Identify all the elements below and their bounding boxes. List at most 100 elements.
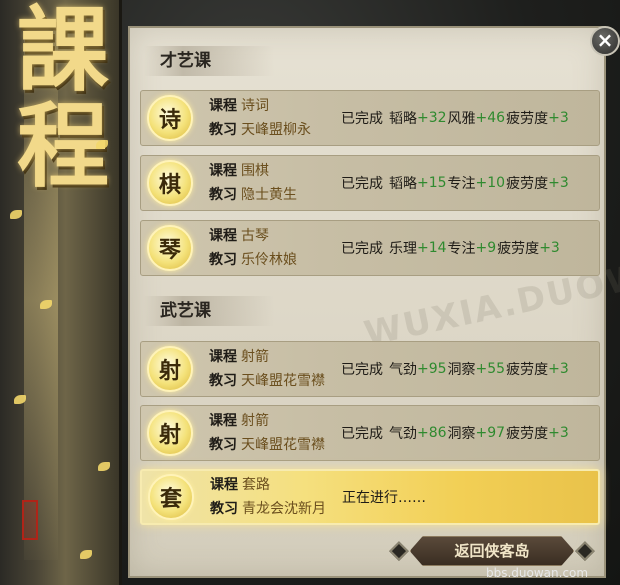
stat-gain: +15 xyxy=(417,175,447,191)
course-label: 课程 xyxy=(209,413,237,429)
course-label: 课程 xyxy=(209,349,237,365)
diamond-ornament-icon xyxy=(389,541,409,561)
petal-icon xyxy=(40,300,52,309)
section-title-martial: 武艺课 xyxy=(144,296,274,326)
course-row-active[interactable]: 套 课程 套路 教习 青龙会沈新月 正在进行…… xyxy=(140,469,600,525)
status-text: 已完成 xyxy=(341,426,383,442)
stat-name: 疲劳度 xyxy=(506,176,549,192)
stat-name: 韬略 xyxy=(389,176,417,192)
course-row[interactable]: 琴 课程 古琴 教习 乐伶林娘 已完成 乐理 +14 专注 +9 疲劳度 +3 xyxy=(140,220,600,276)
close-button[interactable]: × xyxy=(590,26,620,56)
status-text: 已完成 xyxy=(341,241,383,257)
course-row[interactable]: 棋 课程 围棋 教习 隐士黄生 已完成 韬略 +15 专注 +10 疲劳度 +3 xyxy=(140,155,600,211)
teacher-name: 天峰盟柳永 xyxy=(241,122,311,138)
course-medal-icon: 琴 xyxy=(147,225,193,271)
course-status: 已完成 韬略 +32 风雅 +46 疲劳度 +3 xyxy=(341,108,570,128)
course-info: 课程 射箭 教习 天峰盟花雪襟 xyxy=(209,409,341,457)
return-button-wrap[interactable]: 返回侠客岛 xyxy=(388,534,596,568)
course-name: 诗词 xyxy=(241,98,269,114)
course-label: 课程 xyxy=(210,477,238,493)
site-watermark: bbs.duowan.com xyxy=(486,566,589,580)
stat-name: 乐理 xyxy=(389,241,417,257)
course-info: 课程 诗词 教习 天峰盟柳永 xyxy=(209,94,341,142)
stat-name: 专注 xyxy=(447,241,476,257)
petal-icon xyxy=(14,395,26,404)
course-label: 课程 xyxy=(209,163,237,179)
course-name: 射箭 xyxy=(241,349,269,365)
course-label: 课程 xyxy=(209,98,237,114)
course-medal-icon: 棋 xyxy=(147,160,193,206)
stat-name: 洞察 xyxy=(447,362,476,378)
stat-name: 韬略 xyxy=(389,111,417,127)
scroll-title-char-1: 課 xyxy=(16,0,109,104)
stat-gain: +14 xyxy=(417,240,447,256)
course-status: 已完成 韬略 +15 专注 +10 疲劳度 +3 xyxy=(341,173,570,193)
course-row[interactable]: 诗 课程 诗词 教习 天峰盟柳永 已完成 韬略 +32 风雅 +46 疲劳度 +3 xyxy=(140,90,600,146)
course-status: 正在进行…… xyxy=(342,487,432,507)
course-name: 围棋 xyxy=(241,163,269,179)
red-seal-stamp xyxy=(22,500,38,540)
course-panel: WUXIA.DUOWAN.COM 才艺课 诗 课程 诗词 教习 天峰盟柳永 已完成 … xyxy=(128,26,620,578)
stat-gain: +3 xyxy=(548,361,569,377)
stat-gain: +86 xyxy=(417,425,447,441)
stat-gain: +97 xyxy=(475,425,506,441)
stat-name: 气劲 xyxy=(389,362,417,378)
stat-name: 专注 xyxy=(447,176,476,192)
stat-name: 风雅 xyxy=(447,111,476,127)
course-status: 已完成 气劲 +95 洞察 +55 疲劳度 +3 xyxy=(341,359,570,379)
status-text: 已完成 xyxy=(341,111,383,127)
stat-name: 洞察 xyxy=(447,426,476,442)
teacher-name: 天峰盟花雪襟 xyxy=(241,373,325,389)
course-info: 课程 古琴 教习 乐伶林娘 xyxy=(209,224,341,272)
diamond-ornament-icon xyxy=(575,541,595,561)
stat-gain: +9 xyxy=(475,240,497,256)
teacher-name: 青龙会沈新月 xyxy=(242,501,326,517)
course-info: 课程 射箭 教习 天峰盟花雪襟 xyxy=(209,345,341,393)
teacher-label: 教习 xyxy=(209,437,237,453)
teacher-label: 教习 xyxy=(209,252,237,268)
teacher-name: 天峰盟花雪襟 xyxy=(241,437,325,453)
teacher-label: 教习 xyxy=(210,501,238,517)
course-status: 已完成 气劲 +86 洞察 +97 疲劳度 +3 xyxy=(341,423,570,443)
teacher-label: 教习 xyxy=(209,122,237,138)
petal-icon xyxy=(98,462,110,471)
course-info: 课程 围棋 教习 隐士黄生 xyxy=(209,159,341,207)
course-status: 已完成 乐理 +14 专注 +9 疲劳度 +3 xyxy=(341,238,561,258)
stat-name: 疲劳度 xyxy=(497,241,540,257)
stat-name: 疲劳度 xyxy=(506,111,549,127)
petal-icon xyxy=(10,210,22,219)
stat-gain: +3 xyxy=(548,425,569,441)
stat-gain: +3 xyxy=(548,110,569,126)
petal-icon xyxy=(80,550,92,559)
scroll-title: 課 程 xyxy=(8,2,118,194)
status-text: 正在进行…… xyxy=(342,490,426,506)
course-name: 套路 xyxy=(242,477,270,493)
course-row[interactable]: 射 课程 射箭 教习 天峰盟花雪襟 已完成 气劲 +95 洞察 +55 疲劳度 +3 xyxy=(140,341,600,397)
course-name: 古琴 xyxy=(241,228,269,244)
stat-name: 疲劳度 xyxy=(506,362,549,378)
title-scroll: 課 程 xyxy=(0,0,122,585)
stat-name: 疲劳度 xyxy=(506,426,549,442)
return-button[interactable]: 返回侠客岛 xyxy=(409,536,575,566)
teacher-name: 乐伶林娘 xyxy=(241,252,297,268)
stat-gain: +10 xyxy=(475,175,506,191)
status-text: 已完成 xyxy=(341,176,383,192)
stat-gain: +46 xyxy=(475,110,506,126)
course-medal-icon: 射 xyxy=(147,346,193,392)
stat-gain: +55 xyxy=(475,361,506,377)
course-medal-icon: 套 xyxy=(148,474,194,520)
status-text: 已完成 xyxy=(341,362,383,378)
stat-gain: +3 xyxy=(539,240,560,256)
course-name: 射箭 xyxy=(241,413,269,429)
course-label: 课程 xyxy=(209,228,237,244)
stat-name: 气劲 xyxy=(389,426,417,442)
teacher-name: 隐士黄生 xyxy=(241,187,297,203)
teacher-label: 教习 xyxy=(209,373,237,389)
stat-gain: +3 xyxy=(548,175,569,191)
section-title-arts: 才艺课 xyxy=(144,46,274,76)
teacher-label: 教习 xyxy=(209,187,237,203)
course-medal-icon: 诗 xyxy=(147,95,193,141)
stat-gain: +95 xyxy=(417,361,447,377)
course-row[interactable]: 射 课程 射箭 教习 天峰盟花雪襟 已完成 气劲 +86 洞察 +97 疲劳度 +3 xyxy=(140,405,600,461)
stat-gain: +32 xyxy=(417,110,447,126)
